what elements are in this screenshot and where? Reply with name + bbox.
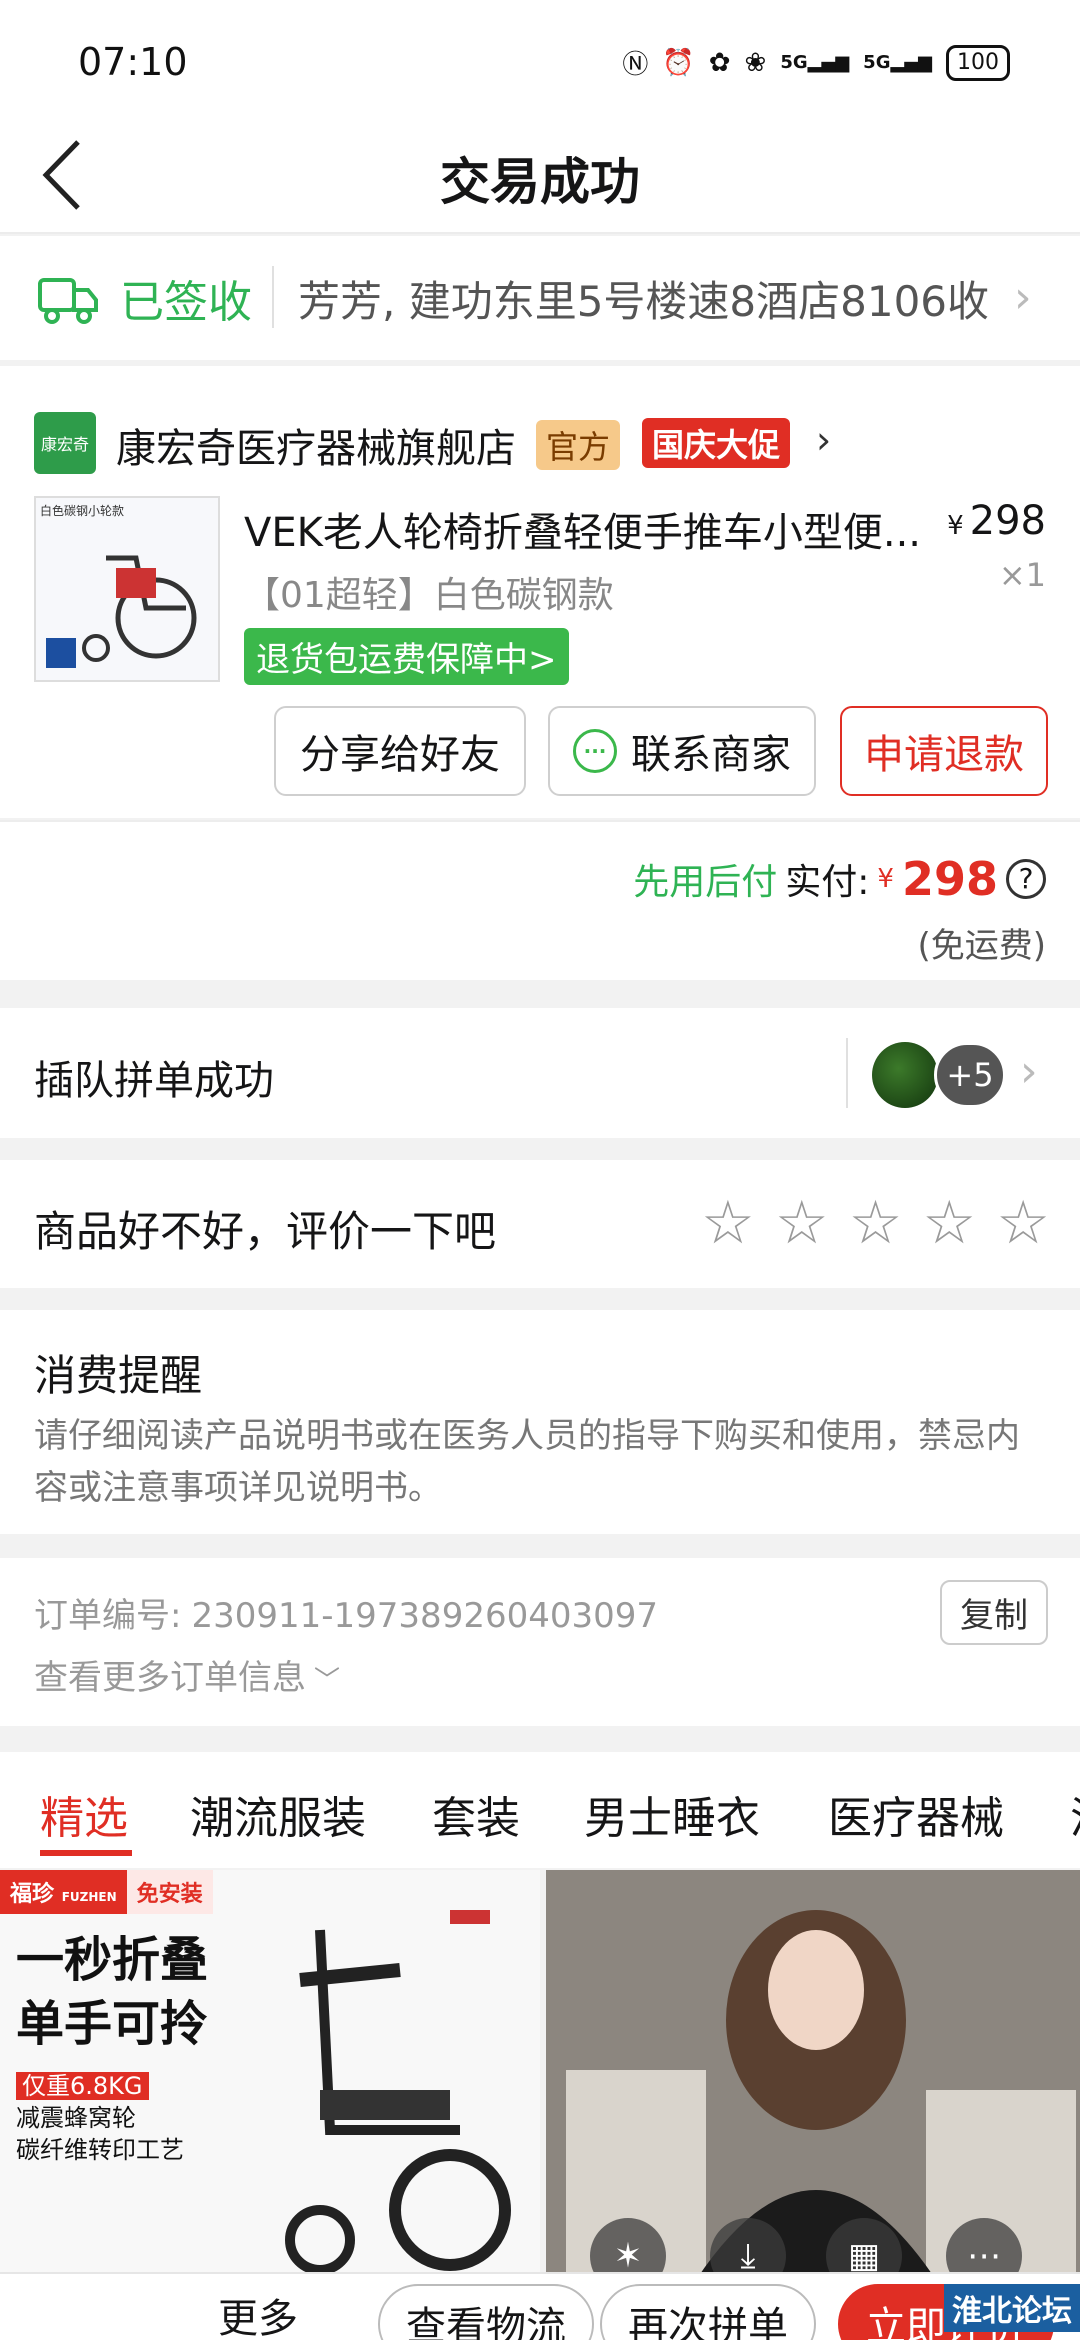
order-info: 订单编号: 230911-197389260403097 复制 查看更多订单信息 ﹀ bbox=[0, 1558, 1080, 1726]
rating-row: 商品好不好，评价一下吧 ☆ ☆ ☆ ☆ ☆ bbox=[0, 1160, 1080, 1288]
store-name[interactable]: 康宏奇医疗器械旗舰店 bbox=[116, 416, 516, 474]
product-title[interactable]: VEK老人轮椅折叠轻便手推车小型便... bbox=[244, 500, 924, 558]
rating-prompt: 商品好不好，评价一下吧 bbox=[34, 1207, 497, 1256]
clock: 07:10 bbox=[78, 40, 188, 84]
product-price: ¥298 bbox=[947, 498, 1046, 544]
chevron-right-icon: › bbox=[1020, 1046, 1038, 1097]
official-badge: 官方 bbox=[536, 420, 621, 470]
reminder-title: 消费提醒 bbox=[34, 1351, 203, 1400]
paid-label: 实付: bbox=[785, 862, 870, 903]
order-number-label: 订单编号: bbox=[34, 1596, 182, 1636]
star-rating[interactable]: ☆ ☆ ☆ ☆ ☆ bbox=[701, 1188, 1050, 1258]
product-quantity: ×1 bbox=[998, 556, 1046, 594]
wheelchair-image bbox=[46, 555, 197, 668]
more-order-info-label: 查看更多订单信息 bbox=[34, 1658, 306, 1698]
battery-icon: 100 bbox=[946, 44, 1010, 81]
group-buy-row[interactable]: 插队拼单成功 +5 › bbox=[0, 1008, 1080, 1138]
brand-tag: 福珍 FUZHEN 免安装 bbox=[0, 1870, 213, 1914]
feed-item-wheelchair[interactable]: 福珍 FUZHEN 免安装 一秒折叠 单手可拎 仅重6.8KG 减震蜂窝轮 碳纤… bbox=[0, 1870, 540, 2280]
order-number: 订单编号: 230911-197389260403097 bbox=[34, 1588, 658, 1637]
group-buy-status: 插队拼单成功 bbox=[34, 1058, 274, 1104]
tab-mens-pajamas[interactable]: 男士睡衣 bbox=[584, 1782, 760, 1846]
nfc-icon: Ⓝ bbox=[622, 50, 649, 80]
price-value: 298 bbox=[969, 498, 1046, 544]
store-logo[interactable]: 康宏奇 bbox=[34, 412, 96, 474]
product-image-tag: 白色碳钢小轮款 bbox=[40, 504, 125, 518]
promo-features: 仅重6.8KG 减震蜂窝轮 碳纤维转印工艺 bbox=[16, 2072, 184, 2164]
status-icons: Ⓝ ⏰ ✿ ❀ 5G▂▄▆ 5G▂▄▆ 100 bbox=[622, 44, 1010, 81]
chevron-down-icon: ﹀ bbox=[314, 1666, 341, 1696]
return-shipping-badge[interactable]: 退货包运费保障中> bbox=[244, 628, 569, 685]
promo-badge: 国庆大促 bbox=[642, 418, 791, 468]
price-currency: ¥ bbox=[947, 511, 964, 541]
forum-watermark: 淮北论坛 bbox=[944, 2284, 1080, 2332]
help-icon[interactable]: ? bbox=[1006, 859, 1046, 899]
avatar bbox=[872, 1042, 938, 1108]
payment-row: 先用后付 实付: ¥ 298 ? bbox=[633, 852, 1046, 906]
reminder-body: 请仔细阅读产品说明书或在医务人员的指导下购买和使用，禁忌内容或注意事项详见说明书… bbox=[34, 1416, 1020, 1508]
contact-seller-label: 联系商家 bbox=[631, 732, 791, 778]
store-card: 康宏奇 康宏奇医疗器械旗舰店 官方 国庆大促 › 白色碳钢小轮款 VEK老人轮椅… bbox=[0, 366, 1080, 818]
track-shipment-button[interactable]: 查看物流 bbox=[378, 2284, 594, 2340]
payment-summary: 先用后付 实付: ¥ 298 ? (免运费) bbox=[0, 820, 1080, 980]
consumer-reminder: 消费提醒 请仔细阅读产品说明书或在医务人员的指导下购买和使用，禁忌内容或注意事项… bbox=[0, 1310, 1080, 1534]
brand-name: 福珍 FUZHEN bbox=[0, 1870, 127, 1914]
signal-5g-icon-2: 5G▂▄▆ bbox=[863, 52, 932, 73]
star-icon-2[interactable]: ☆ bbox=[775, 1188, 829, 1258]
product-image[interactable]: 白色碳钢小轮款 bbox=[34, 496, 220, 682]
signal-5g-icon: 5G▂▄▆ bbox=[780, 52, 850, 73]
star-icon-5[interactable]: ☆ bbox=[996, 1188, 1050, 1258]
bottom-action-bar: 更多 查看物流 再次拼单 立即评价 bbox=[0, 2272, 1080, 2340]
active-tab-indicator bbox=[40, 1850, 132, 1856]
star-icon-1[interactable]: ☆ bbox=[701, 1188, 755, 1258]
divider bbox=[272, 266, 274, 328]
tab-suits[interactable]: 套装 bbox=[432, 1782, 520, 1846]
tab-fashion[interactable]: 潮流服装 bbox=[190, 1782, 366, 1846]
tab-partial[interactable]: 洋 bbox=[1070, 1782, 1080, 1846]
header: 交易成功 bbox=[0, 120, 1080, 234]
app-notification-icon: ❀ bbox=[744, 47, 767, 78]
promo-headline: 一秒折叠 单手可拎 bbox=[16, 1932, 209, 2052]
share-button[interactable]: 分享给好友 bbox=[274, 706, 526, 796]
star-icon-4[interactable]: ☆ bbox=[922, 1188, 976, 1258]
delivery-row[interactable]: 已签收 芳芳, 建功东里5号楼速8酒店8106收 › bbox=[0, 236, 1080, 360]
chat-icon: ··· bbox=[573, 729, 617, 773]
copy-button[interactable]: 复制 bbox=[940, 1580, 1048, 1645]
page-title: 交易成功 bbox=[440, 153, 640, 211]
wheelchair-image bbox=[285, 1910, 511, 2275]
avatar-more-count: +5 bbox=[934, 1042, 1006, 1108]
order-number-value: 230911-197389260403097 bbox=[191, 1596, 659, 1636]
rebuy-button[interactable]: 再次拼单 bbox=[600, 2284, 816, 2340]
tab-medical-devices[interactable]: 医疗器械 bbox=[828, 1782, 1004, 1846]
refund-button[interactable]: 申请退款 bbox=[840, 706, 1048, 796]
category-tabs: 精选 潮流服装 套装 男士睡衣 医疗器械 洋 bbox=[0, 1752, 1080, 1868]
more-button[interactable]: 更多 bbox=[218, 2286, 298, 2340]
payment-method: 先用后付 bbox=[633, 862, 778, 903]
star-icon-3[interactable]: ☆ bbox=[849, 1188, 903, 1258]
chevron-right-icon: › bbox=[1014, 272, 1032, 323]
product-spec: 【01超轻】白色碳钢款 bbox=[244, 575, 614, 616]
alarm-icon: ⏰ bbox=[662, 47, 695, 78]
chevron-right-icon[interactable]: › bbox=[816, 418, 831, 462]
status-bar: 07:10 Ⓝ ⏰ ✿ ❀ 5G▂▄▆ 5G▂▄▆ 100 bbox=[0, 0, 1080, 120]
delivery-status: 已签收 bbox=[120, 277, 252, 328]
paid-currency: ¥ bbox=[877, 864, 894, 894]
truck-icon bbox=[38, 278, 98, 324]
notification-icon: ✿ bbox=[708, 47, 731, 78]
delivery-address: 芳芳, 建功东里5号楼速8酒店8106收 bbox=[298, 277, 990, 326]
divider bbox=[846, 1038, 848, 1108]
tab-featured[interactable]: 精选 bbox=[40, 1782, 128, 1846]
shipping-note: (免运费) bbox=[917, 926, 1046, 966]
paid-amount: 298 bbox=[901, 852, 998, 906]
contact-seller-button[interactable]: ··· 联系商家 bbox=[548, 706, 816, 796]
more-order-info-link[interactable]: 查看更多订单信息 ﹀ bbox=[34, 1650, 340, 1699]
